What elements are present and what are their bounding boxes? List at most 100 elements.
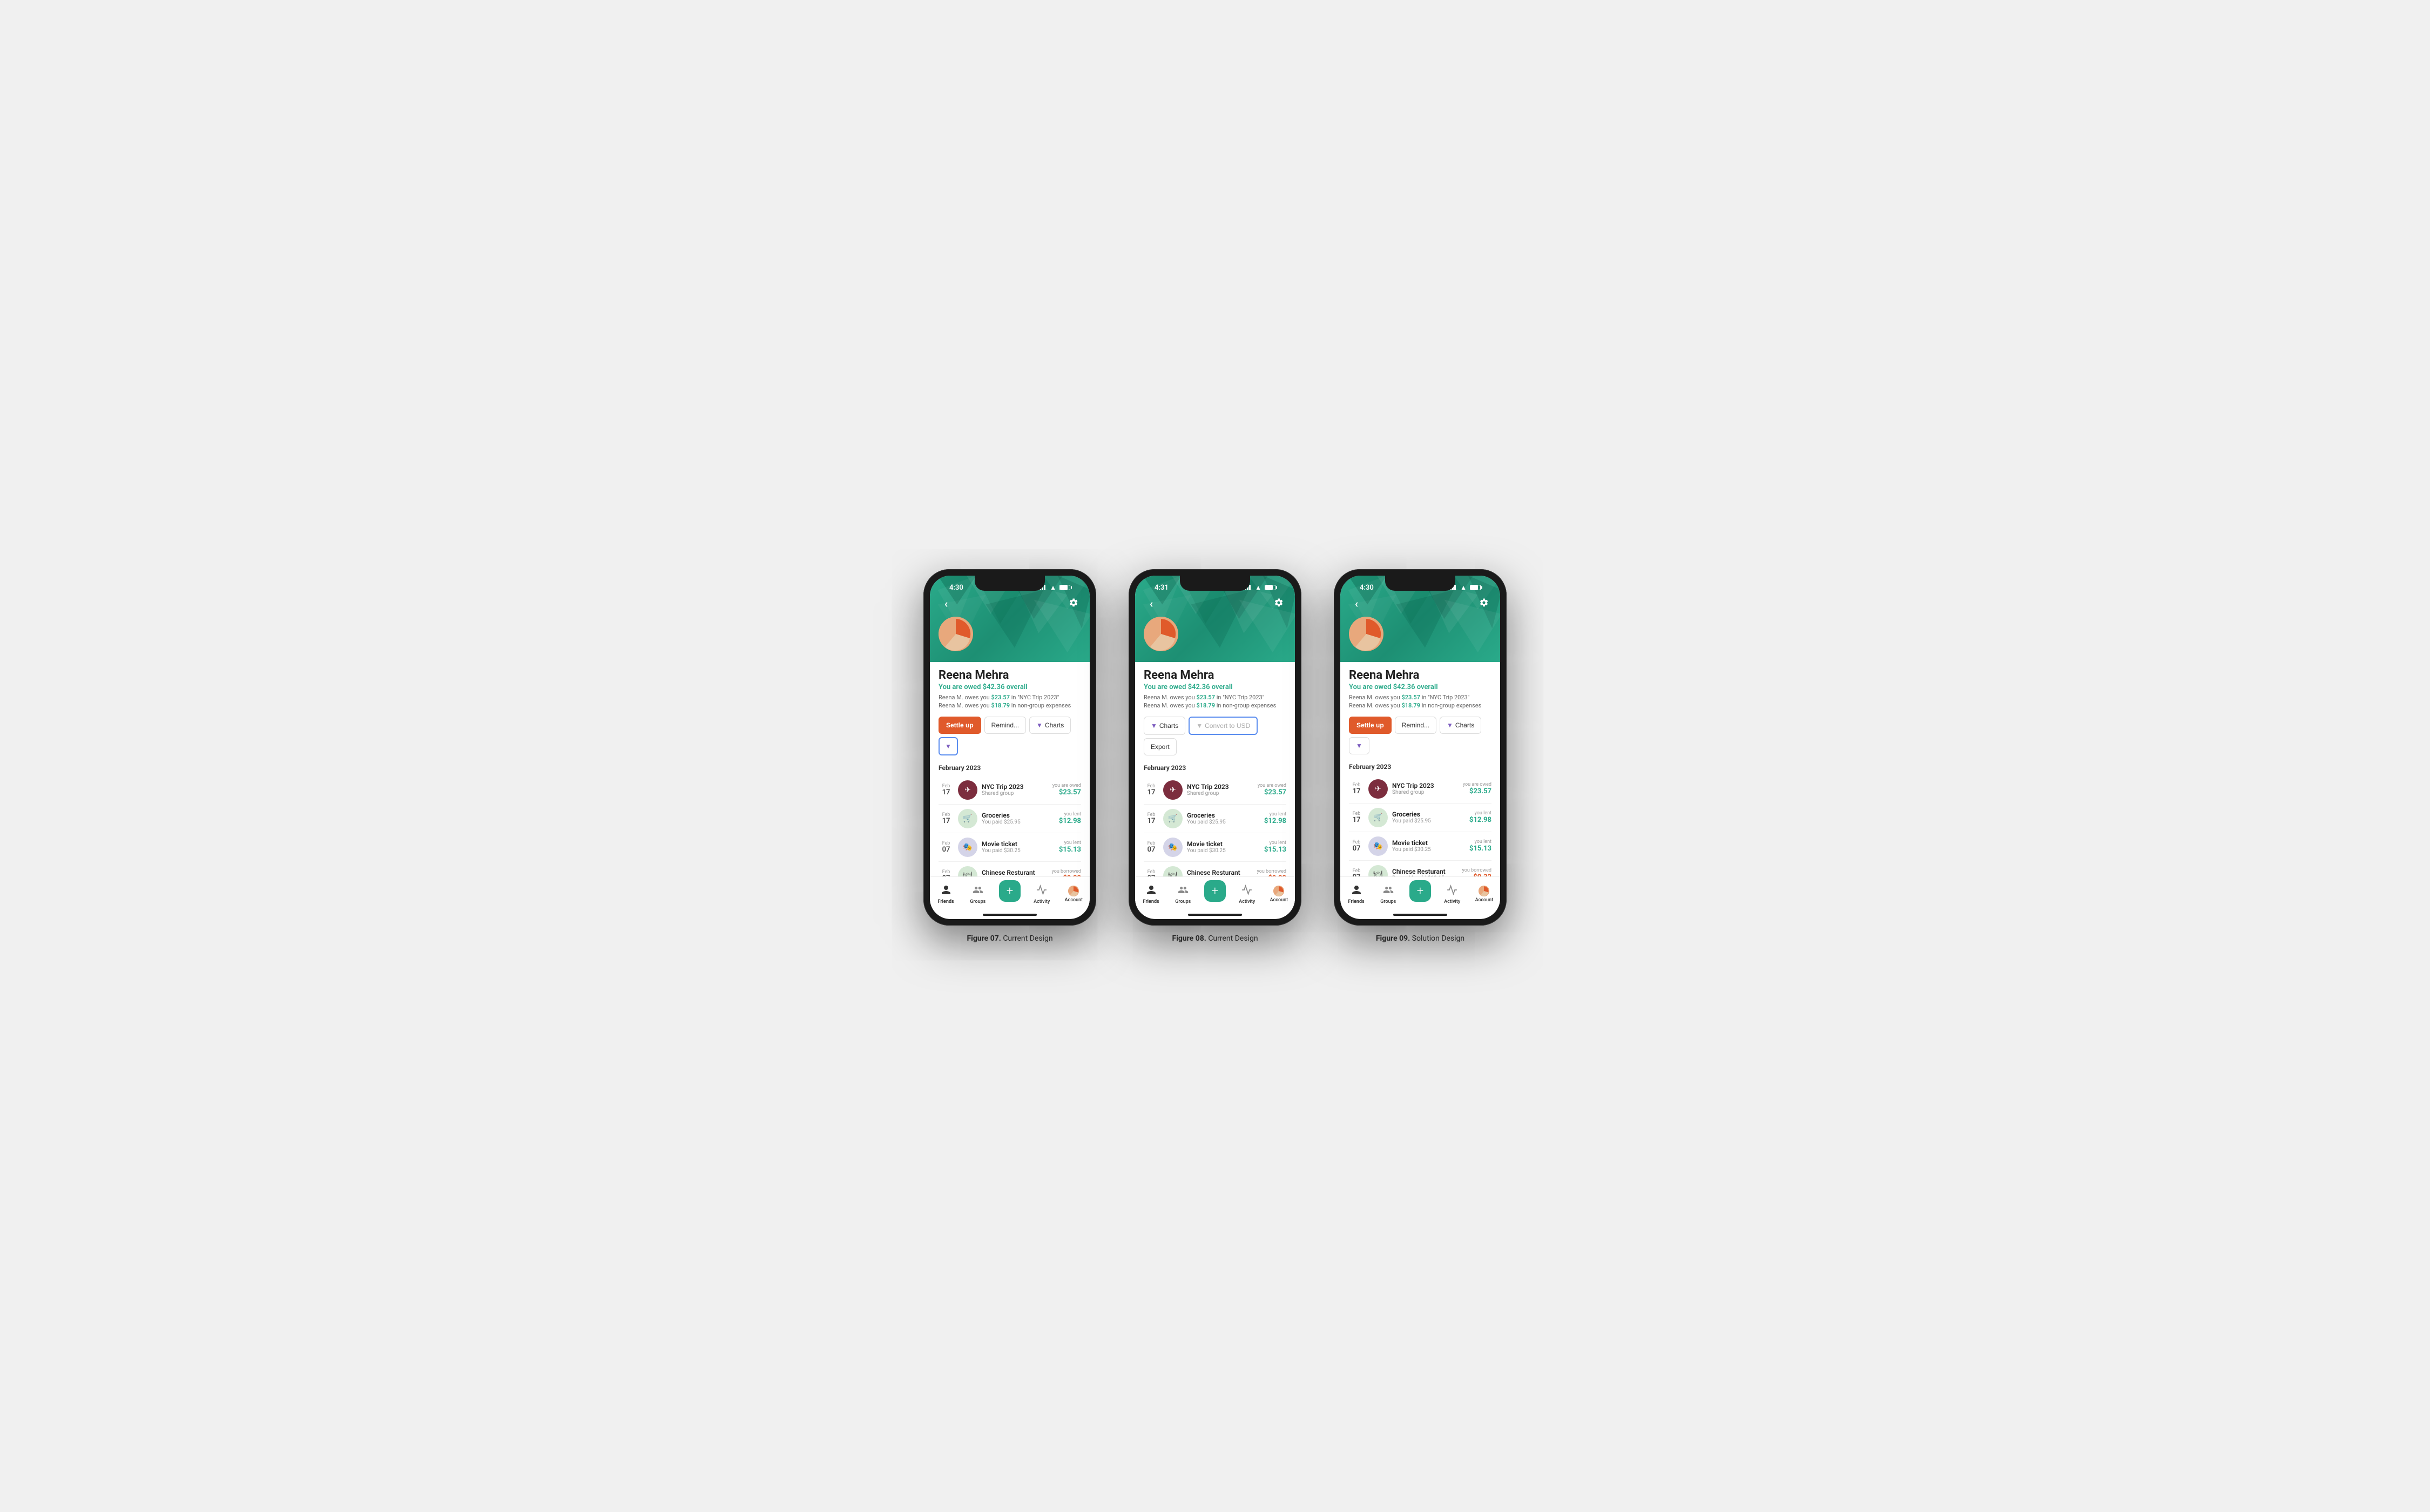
- account-avatar-icon: [1479, 886, 1489, 896]
- transaction-icon: 🍽: [1368, 865, 1388, 876]
- nav-label-activity: Activity: [1034, 899, 1050, 905]
- wifi-icon: ▲: [1255, 584, 1261, 591]
- back-button[interactable]: ‹: [1144, 597, 1159, 610]
- action-buttons-row: ▼ Charts▼ Convert to USD Export: [1144, 717, 1286, 755]
- convert-usd-button[interactable]: ▼ Convert to USD: [1189, 717, 1258, 735]
- transaction-item[interactable]: Feb17🛒GroceriesYou paid $25.95you lent$1…: [1144, 805, 1286, 833]
- transaction-item[interactable]: Feb17✈NYC Trip 2023Shared groupyou are o…: [939, 776, 1081, 805]
- nav-item-account[interactable]: Account: [1263, 886, 1295, 903]
- nav-add-button[interactable]: +: [1199, 880, 1231, 908]
- transaction-icon: ✈: [958, 780, 977, 800]
- groups-icon: [973, 885, 983, 895]
- nav-item-groups[interactable]: Groups: [1167, 885, 1199, 905]
- nav-item-activity[interactable]: Activity: [1436, 885, 1468, 905]
- avatar-container: [1144, 617, 1286, 651]
- avatar-container: [939, 617, 1081, 651]
- nav-item-friends[interactable]: Friends: [1340, 885, 1372, 905]
- transaction-icon: 🛒: [1163, 809, 1183, 828]
- transaction-icon: ✈: [1368, 779, 1388, 799]
- back-button[interactable]: ‹: [1349, 597, 1364, 610]
- back-button[interactable]: ‹: [939, 597, 954, 610]
- remind-button[interactable]: Remind...: [984, 717, 1026, 734]
- bottom-nav: Friends Groups + Activity Account: [1340, 876, 1500, 914]
- nav-item-activity[interactable]: Activity: [1026, 885, 1058, 905]
- charts-triangle-icon: ▼: [1447, 721, 1453, 729]
- transaction-item[interactable]: Feb07🍽Chinese ResturantReena M. paid $18…: [939, 862, 1081, 876]
- transaction-date: Feb17: [939, 812, 954, 825]
- transaction-date: Feb07: [939, 841, 954, 853]
- phone-frame-fig09: 4:30 ▲ ‹ Reena MehraYou are owed $42.36 …: [1334, 569, 1507, 926]
- settle-up-button[interactable]: Settle up: [1349, 717, 1392, 734]
- nav-item-groups[interactable]: Groups: [962, 885, 994, 905]
- nav-add-button[interactable]: +: [994, 880, 1025, 908]
- content-area: Reena MehraYou are owed $42.36 overallRe…: [1340, 662, 1500, 876]
- battery-icon: [1470, 585, 1481, 590]
- owed-detail: Reena M. owes you $23.57 in "NYC Trip 20…: [1349, 693, 1491, 710]
- transaction-info: Movie ticketYou paid $30.25: [982, 840, 1055, 854]
- transaction-date: Feb17: [1144, 784, 1159, 796]
- nav-add-button[interactable]: +: [1404, 880, 1436, 908]
- nav-item-friends[interactable]: Friends: [930, 885, 962, 905]
- phone-notch: [1180, 576, 1250, 591]
- transaction-icon: 🍽: [1163, 866, 1183, 876]
- settings-button[interactable]: [1066, 598, 1081, 610]
- avatar: [1349, 617, 1383, 651]
- more-button-active[interactable]: ▼: [939, 737, 958, 755]
- transaction-date: Feb17: [939, 784, 954, 796]
- nav-item-account[interactable]: Account: [1058, 886, 1090, 903]
- phone-wrapper-fig07: 4:30 ▲ ‹ Reena MehraYou are owed $42.36 …: [923, 569, 1096, 943]
- charts-button[interactable]: ▼ Charts: [1440, 717, 1481, 734]
- bottom-nav: Friends Groups + Activity Account: [930, 876, 1090, 914]
- owed-summary: You are owed $42.36 overall: [939, 683, 1081, 691]
- nav-item-groups[interactable]: Groups: [1372, 885, 1404, 905]
- transaction-date: Feb07: [939, 869, 954, 876]
- more-button-plain[interactable]: ▼: [1349, 737, 1369, 754]
- nav-icon-activity: [1447, 885, 1457, 898]
- friends-icon: [941, 885, 951, 895]
- nav-icon-friends: [1146, 885, 1157, 898]
- home-indicator: [1188, 914, 1242, 916]
- transaction-info: Movie ticketYou paid $30.25: [1392, 839, 1465, 853]
- activity-icon: [1447, 885, 1457, 895]
- figure-caption-fig07: Figure 07. Current Design: [967, 934, 1052, 943]
- nav-label-activity: Activity: [1239, 899, 1255, 905]
- settings-button[interactable]: [1476, 598, 1491, 610]
- transaction-item[interactable]: Feb17🛒GroceriesYou paid $25.95you lent$1…: [1349, 804, 1491, 832]
- more-chevron-icon: ▼: [945, 742, 951, 750]
- remind-button[interactable]: Remind...: [1395, 717, 1436, 734]
- transaction-info: GroceriesYou paid $25.95: [1392, 811, 1465, 824]
- transaction-icon: 🎭: [1368, 836, 1388, 856]
- transaction-item[interactable]: Feb07🎭Movie ticketYou paid $30.25you len…: [939, 833, 1081, 862]
- transaction-amount: you lent$12.98: [1469, 811, 1491, 824]
- activity-icon: [1036, 885, 1047, 895]
- transaction-amount: you lent$12.98: [1264, 812, 1286, 825]
- account-avatar-icon: [1273, 886, 1284, 896]
- transaction-item[interactable]: Feb17✈NYC Trip 2023Shared groupyou are o…: [1349, 775, 1491, 804]
- nav-item-friends[interactable]: Friends: [1135, 885, 1167, 905]
- transaction-info: Movie ticketYou paid $30.25: [1187, 840, 1260, 854]
- transaction-item[interactable]: Feb07🎭Movie ticketYou paid $30.25you len…: [1349, 832, 1491, 861]
- phone-screen-fig09: 4:30 ▲ ‹ Reena MehraYou are owed $42.36 …: [1340, 576, 1500, 919]
- battery-icon: [1265, 585, 1275, 590]
- status-time: 4:31: [1155, 584, 1169, 592]
- settle-up-button[interactable]: Settle up: [939, 717, 981, 734]
- nav-item-account[interactable]: Account: [1468, 886, 1500, 903]
- content-area: Reena MehraYou are owed $42.36 overallRe…: [930, 662, 1090, 876]
- nav-item-activity[interactable]: Activity: [1231, 885, 1263, 905]
- transaction-item[interactable]: Feb17✈NYC Trip 2023Shared groupyou are o…: [1144, 776, 1286, 805]
- transaction-item[interactable]: Feb07🍽Chinese ResturantReena M. paid $18…: [1144, 862, 1286, 876]
- nav-icon-friends: [1351, 885, 1362, 898]
- transaction-item[interactable]: Feb17🛒GroceriesYou paid $25.95you lent$1…: [939, 805, 1081, 833]
- phone-screen-fig08: 4:31 ▲ ‹ Reena MehraYou are owed $42.36 …: [1135, 576, 1295, 919]
- transaction-item[interactable]: Feb07🎭Movie ticketYou paid $30.25you len…: [1144, 833, 1286, 862]
- settings-button[interactable]: [1271, 598, 1286, 610]
- transaction-info: NYC Trip 2023Shared group: [1187, 783, 1253, 796]
- export-button[interactable]: Export: [1144, 738, 1177, 755]
- month-label: February 2023: [1144, 764, 1286, 772]
- transaction-info: GroceriesYou paid $25.95: [982, 812, 1055, 825]
- transaction-icon: 🍽: [958, 866, 977, 876]
- charts-button[interactable]: ▼ Charts: [1029, 717, 1071, 734]
- charts-button[interactable]: ▼ Charts: [1144, 717, 1185, 735]
- transaction-item[interactable]: Feb07🍽Chinese ResturantReena M. paid $18…: [1349, 861, 1491, 876]
- content-area: Reena MehraYou are owed $42.36 overallRe…: [1135, 662, 1295, 876]
